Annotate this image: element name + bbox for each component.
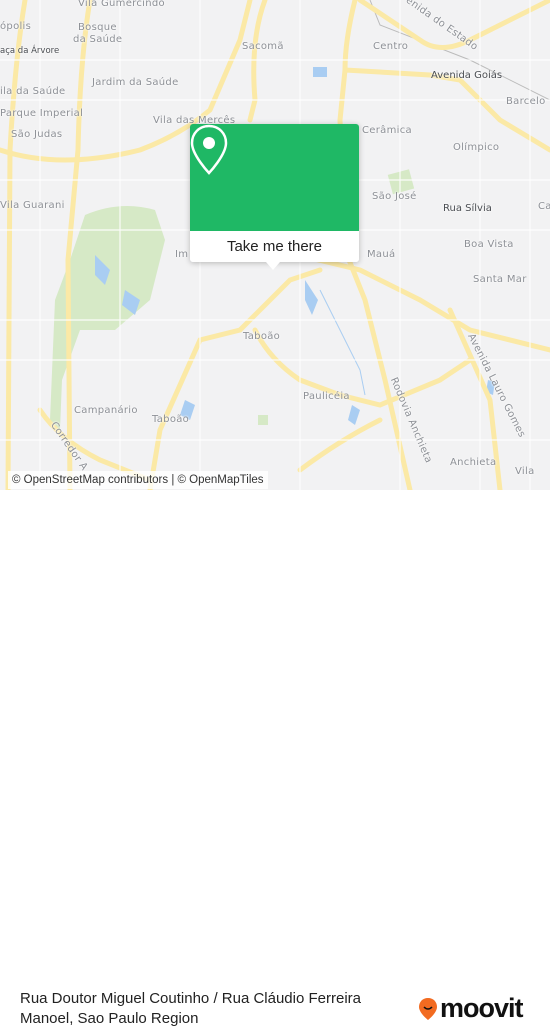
map-label: Olímpico bbox=[453, 142, 500, 153]
map-pin-icon bbox=[190, 124, 228, 175]
map-label: Taboão bbox=[243, 331, 281, 342]
brand-name: moovit bbox=[440, 993, 524, 1023]
map-label: ila da Saúde bbox=[0, 86, 66, 97]
map-label: Avenida Goiás bbox=[431, 70, 503, 81]
take-me-there-button[interactable]: Take me there bbox=[190, 231, 359, 262]
streams bbox=[319, 289, 366, 396]
map-label: da Saúde bbox=[73, 34, 123, 45]
map-label: aça da Árvore bbox=[0, 46, 60, 56]
moovit-pin-icon bbox=[419, 997, 437, 1020]
place-title: Rua Doutor Miguel Coutinho / Rua Cláudio… bbox=[20, 990, 362, 1027]
map-label: Santa Mar bbox=[473, 274, 527, 285]
location-popup: Take me there bbox=[190, 124, 359, 270]
popup-header bbox=[190, 124, 359, 231]
map[interactable]: Vila Gumercindo ópolis Bosque da Saúde a… bbox=[0, 0, 550, 490]
map-label: ópolis bbox=[0, 21, 32, 32]
map-label: Jardim da Saúde bbox=[92, 77, 179, 88]
map-label: Boa Vista bbox=[464, 239, 514, 250]
map-label: Vila Guarani bbox=[0, 200, 65, 211]
map-label: Campanário bbox=[74, 405, 138, 416]
popup-pointer bbox=[266, 262, 280, 270]
map-label: São Judas bbox=[11, 129, 63, 140]
map-label: Barcelo bbox=[506, 96, 546, 107]
map-attribution[interactable]: © OpenStreetMap contributors | © OpenMap… bbox=[8, 471, 268, 489]
map-label: Vila bbox=[515, 466, 535, 477]
footer: Rua Doutor Miguel Coutinho / Rua Cláudio… bbox=[0, 490, 550, 1027]
map-label: Sacomã bbox=[242, 41, 284, 52]
map-label: São José bbox=[372, 191, 417, 202]
map-label: Vila Gumercindo bbox=[78, 0, 165, 9]
map-label: Centro bbox=[373, 41, 409, 52]
moovit-logo: moovit bbox=[418, 993, 524, 1024]
map-label: Ca bbox=[538, 201, 550, 212]
map-label: Im bbox=[175, 249, 189, 260]
map-label: Parque Imperial bbox=[0, 108, 84, 119]
map-label: Cerâmica bbox=[362, 125, 412, 136]
map-label: Paulicéia bbox=[303, 391, 350, 402]
map-label: Mauá bbox=[367, 249, 396, 260]
map-label: Anchieta bbox=[450, 457, 497, 468]
map-label: Bosque bbox=[78, 22, 117, 33]
map-label: Rua Sílvia bbox=[443, 203, 492, 214]
map-label: Taboão bbox=[152, 414, 190, 425]
